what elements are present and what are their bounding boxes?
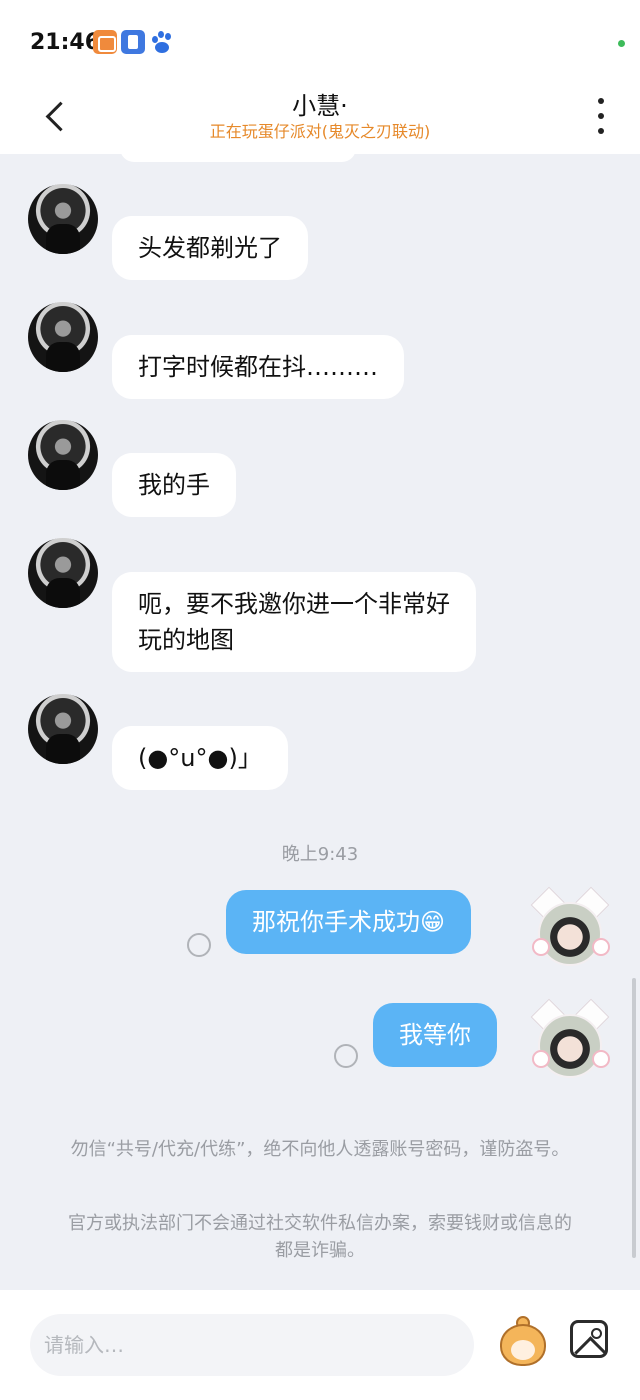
fraud-warning-notice: 官方或执法部门不会通过社交软件私信办案，索要钱财或信息的都是诈骗。 bbox=[68, 1213, 572, 1261]
message-bubble-partial bbox=[120, 154, 356, 162]
contact-avatar[interactable] bbox=[28, 302, 98, 372]
contact-avatar[interactable] bbox=[28, 694, 98, 764]
status-indicator-dot bbox=[618, 40, 625, 47]
message-timestamp: 晚上9:43 bbox=[281, 844, 359, 865]
emoji-button[interactable] bbox=[496, 1313, 550, 1370]
message-bubble-received[interactable]: 我的手 bbox=[112, 453, 236, 517]
message-list[interactable]: 头发都剃光了 打字时候都在抖……… 我的手 呃，要不我邀你进一个非常好 玩的地图… bbox=[0, 154, 640, 1290]
message-bubble-received[interactable]: 呃，要不我邀你进一个非常好 玩的地图 bbox=[112, 572, 476, 672]
user-avatar[interactable] bbox=[530, 886, 610, 978]
security-notice: 勿信“共号/代充/代练”，绝不向他人透露账号密码，谨防盗号。 bbox=[70, 1139, 570, 1160]
more-options-button[interactable] bbox=[584, 94, 618, 138]
status-bar: 21:46 bbox=[0, 0, 640, 80]
scrollbar[interactable] bbox=[632, 978, 636, 1258]
contact-avatar[interactable] bbox=[28, 420, 98, 490]
contact-status: 正在玩蛋仔派对(鬼灭之刃联动) bbox=[209, 122, 431, 141]
contact-avatar[interactable] bbox=[28, 538, 98, 608]
notification-app-icon bbox=[121, 30, 145, 54]
message-input[interactable] bbox=[30, 1314, 474, 1376]
user-avatar[interactable] bbox=[530, 998, 610, 1090]
notification-app-icon bbox=[93, 30, 117, 54]
message-bubble-sent[interactable]: 那祝你手术成功😁 bbox=[226, 890, 472, 954]
input-bar bbox=[0, 1290, 640, 1400]
image-picker-icon[interactable] bbox=[570, 1320, 608, 1358]
status-time: 21:46 bbox=[30, 30, 101, 55]
message-bubble-sent[interactable]: 我等你 bbox=[373, 1003, 497, 1067]
message-bubble-received[interactable]: (●°u°●)」 bbox=[112, 726, 288, 790]
read-status-icon bbox=[334, 1044, 358, 1068]
message-bubble-received[interactable]: 头发都剃光了 bbox=[112, 216, 308, 280]
baidu-paw-icon bbox=[150, 30, 174, 54]
chat-screen: 21:46 小慧· 正在玩蛋仔派对(鬼灭之刃联动) 头发都剃光了 打字时候都在抖… bbox=[0, 0, 640, 1400]
read-status-icon bbox=[187, 933, 211, 957]
message-bubble-received[interactable]: 打字时候都在抖……… bbox=[112, 335, 404, 399]
contact-avatar[interactable] bbox=[28, 184, 98, 254]
chat-header: 小慧· 正在玩蛋仔派对(鬼灭之刃联动) bbox=[0, 80, 640, 154]
chat-title: 小慧· bbox=[292, 92, 348, 120]
